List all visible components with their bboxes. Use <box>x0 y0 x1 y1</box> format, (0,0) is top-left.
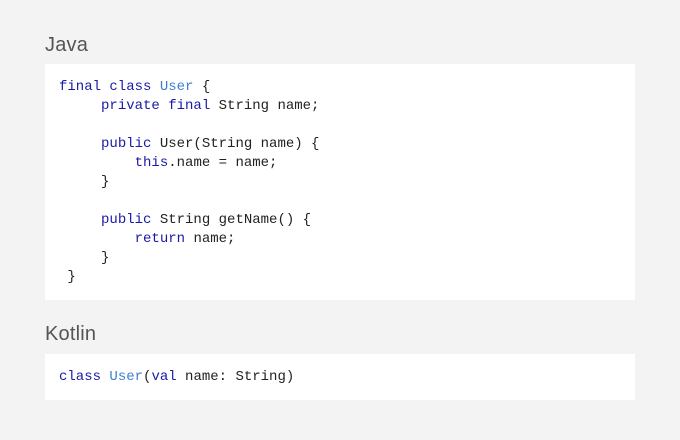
code-line: class User(val name: String) <box>59 368 294 387</box>
code-text: .name = name; <box>168 155 278 171</box>
java-section-title: Java <box>45 34 89 56</box>
kotlin-code-block: class User(val name: String) <box>45 354 635 400</box>
code-text: String name; <box>218 98 320 114</box>
code-text: } <box>59 250 110 266</box>
code-text: { <box>193 79 211 95</box>
code-keyword: public <box>101 212 160 228</box>
code-line: final class User { <box>59 78 319 97</box>
code-text: name; <box>193 231 236 247</box>
code-keyword: class <box>59 369 110 385</box>
code-text: User(String name) { <box>159 136 320 152</box>
code-keyword: val <box>151 369 186 385</box>
java-code-block: final class User { private final String … <box>45 64 635 300</box>
code-line: private final String name; <box>59 97 319 116</box>
code-keyword: public <box>101 136 160 152</box>
code-text: } <box>59 174 110 190</box>
code-keyword: return <box>134 231 194 247</box>
code-line: public String getName() { <box>59 211 319 230</box>
code-text: name: String) <box>185 369 295 385</box>
code-keyword: final class <box>59 79 160 95</box>
code-line: } <box>59 173 319 192</box>
code-class-name: User <box>159 79 194 95</box>
code-line: return name; <box>59 230 319 249</box>
java-code: final class User { private final String … <box>59 78 319 287</box>
code-line: } <box>59 249 319 268</box>
code-class-name: User <box>109 369 144 385</box>
code-line: } <box>59 268 319 287</box>
code-text: } <box>59 269 76 285</box>
code-line: this.name = name; <box>59 154 319 173</box>
code-text: String getName() { <box>159 212 312 228</box>
kotlin-section-title: Kotlin <box>45 323 97 345</box>
code-keyword: this <box>134 155 169 171</box>
code-keyword: private final <box>101 98 219 114</box>
kotlin-code: class User(val name: String) <box>59 368 294 387</box>
code-line: public User(String name) { <box>59 135 319 154</box>
